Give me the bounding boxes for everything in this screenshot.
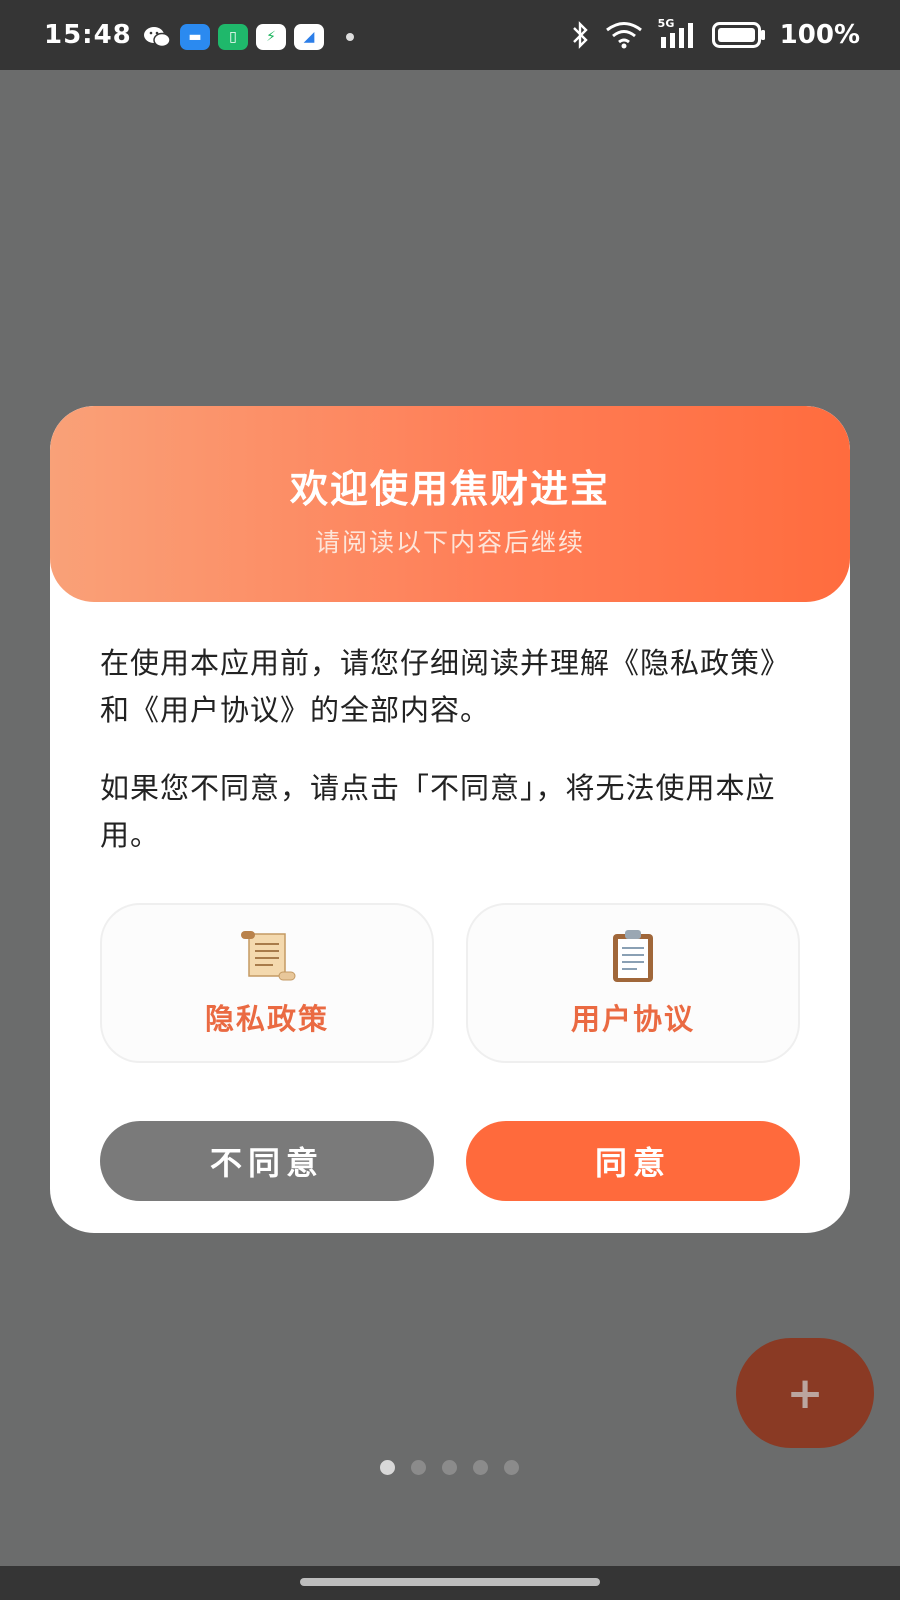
agree-button[interactable]: 同意 (466, 1121, 800, 1201)
page-dot[interactable] (504, 1460, 519, 1475)
user-agreement-label: 用户协议 (570, 1002, 695, 1036)
cellular-signal-icon: 5G (658, 17, 698, 49)
page-dot[interactable] (442, 1460, 457, 1475)
bluetooth-icon (572, 21, 588, 49)
dialog-body: 在使用本应用前，请您仔细阅读并理解《隐私政策》和《用户协议》的全部内容。 如果您… (50, 602, 850, 859)
battery-icon (711, 22, 765, 48)
wifi-icon (605, 22, 642, 49)
phone-manager-icon: ▯ (218, 24, 248, 50)
dialog-title: 欢迎使用焦财进宝 (289, 467, 610, 511)
add-fab-button[interactable]: + (736, 1338, 874, 1448)
navigation-bar (0, 1566, 900, 1600)
dialog-subtitle: 请阅读以下内容后继续 (314, 528, 585, 557)
page-dot[interactable] (473, 1460, 488, 1475)
scroll-icon (241, 931, 296, 981)
dialog-actions: 不同意 同意 (100, 1121, 800, 1201)
document-links: 隐私政策 用户协议 (100, 903, 800, 1063)
wechat-icon (144, 27, 171, 48)
status-bar: 15:48 ▬ ▯ ⚡ ◢ 5G 100% (0, 0, 900, 70)
consent-paragraph: 在使用本应用前，请您仔细阅读并理解《隐私政策》和《用户协议》的全部内容。 (100, 646, 791, 727)
disagree-notice-paragraph: 如果您不同意，请点击「不同意」，将无法使用本应用。 (100, 771, 776, 852)
app-notification-icon: ▬ (180, 24, 210, 50)
home-gesture-handle[interactable] (300, 1578, 600, 1586)
status-time: 15:48 (44, 20, 132, 50)
browser-icon: ◢ (294, 24, 324, 50)
privacy-policy-label: 隐私政策 (204, 1002, 329, 1036)
battery-percentage: 100% (779, 20, 860, 50)
dialog-header: 欢迎使用焦财进宝 请阅读以下内容后继续 (50, 406, 850, 602)
plus-icon: + (786, 1367, 824, 1419)
page-indicator (380, 1460, 519, 1475)
status-right: 5G 100% (570, 17, 860, 50)
disagree-button[interactable]: 不同意 (100, 1121, 434, 1201)
user-agreement-card[interactable]: 用户协议 (466, 903, 800, 1063)
notification-icons: ▬ ▯ ⚡ ◢ (142, 24, 354, 50)
page-dot[interactable] (380, 1460, 395, 1475)
privacy-policy-card[interactable]: 隐私政策 (100, 903, 434, 1063)
privacy-consent-dialog: 欢迎使用焦财进宝 请阅读以下内容后继续 在使用本应用前，请您仔细阅读并理解《隐私… (50, 406, 850, 1233)
more-notifications-dot (346, 33, 354, 41)
charge-icon: ⚡ (256, 24, 286, 50)
page-dot[interactable] (411, 1460, 426, 1475)
clipboard-icon (613, 930, 653, 982)
